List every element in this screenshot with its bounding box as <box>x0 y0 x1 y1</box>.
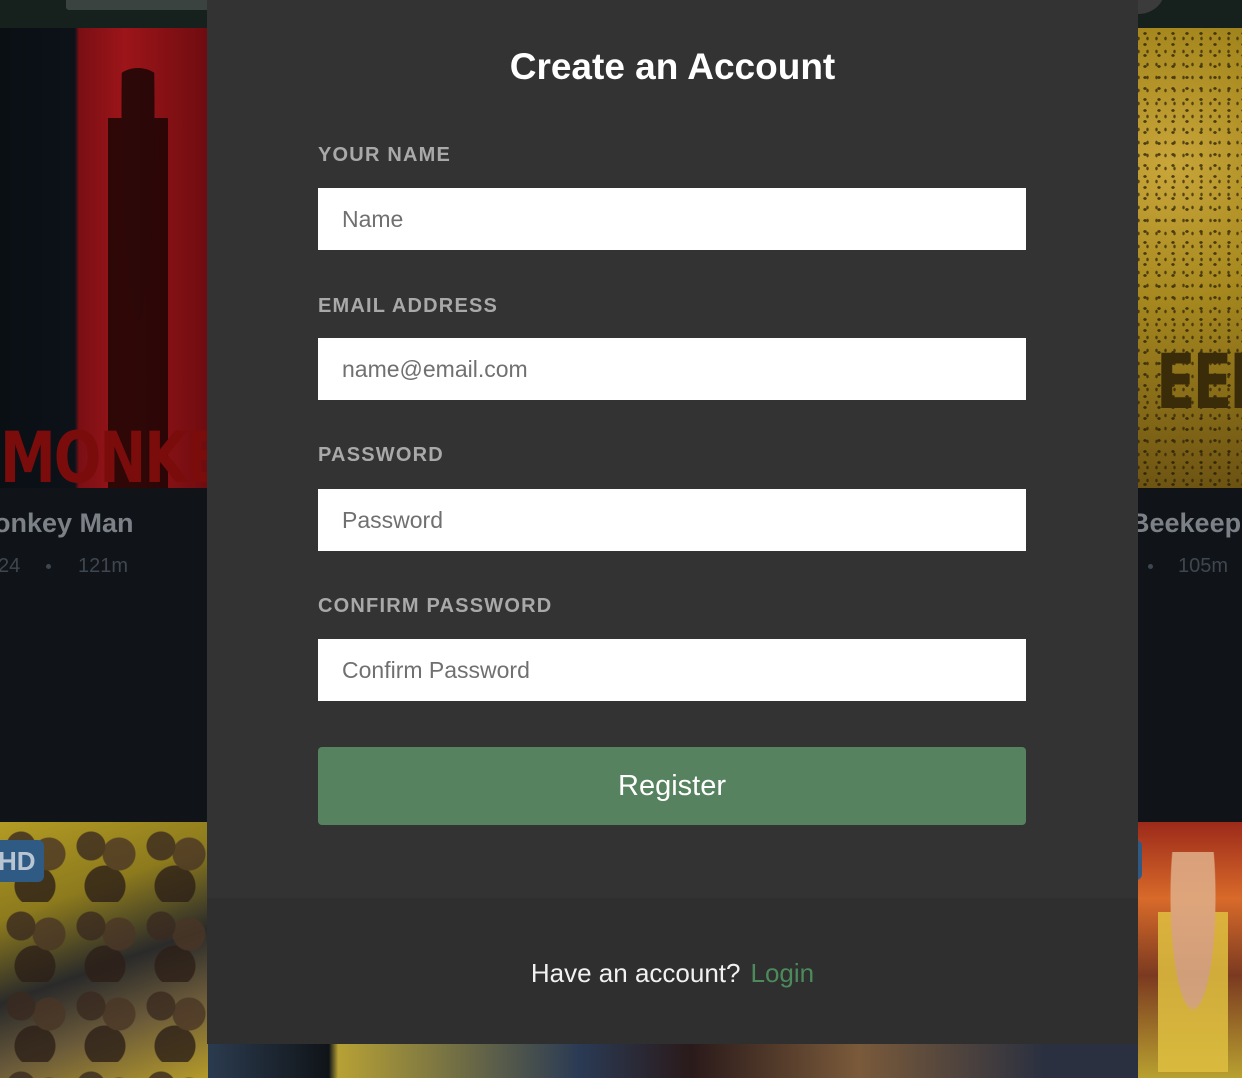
modal-body: Create an Account YOUR NAME EMAIL ADDRES… <box>207 0 1138 898</box>
password-input[interactable] <box>318 489 1026 551</box>
movie-duration: 121m <box>78 555 129 577</box>
movie-title-monkey-man[interactable]: onkey Man <box>0 508 134 539</box>
page: MONKEY M onkey Man 24 121m EEKE Beekeep … <box>0 0 1242 1078</box>
movie-poster-beekeeper[interactable]: EEKE <box>1138 28 1242 488</box>
modal-title: Create an Account <box>509 46 836 87</box>
poster-person <box>1158 852 1228 1072</box>
email-input[interactable] <box>318 338 1026 400</box>
meta-separator <box>1148 564 1153 569</box>
confirm-password-label: CONFIRM PASSWORD <box>318 595 553 617</box>
register-modal: Create an Account YOUR NAME EMAIL ADDRES… <box>207 0 1138 1044</box>
have-account-text: Have an account? <box>530 958 741 988</box>
login-link[interactable]: Login <box>750 958 814 988</box>
background-search-bar <box>66 0 216 10</box>
movie-title-beekeeper[interactable]: Beekeep <box>1130 508 1241 539</box>
poster-title-art: MONKEY M <box>0 418 208 488</box>
meta-separator <box>46 564 51 569</box>
name-label: YOUR NAME <box>318 144 452 166</box>
hd-badge: HD <box>0 840 44 882</box>
name-input[interactable] <box>318 188 1026 250</box>
password-label: PASSWORD <box>318 444 444 466</box>
confirm-password-input[interactable] <box>318 639 1026 701</box>
login-prompt: Have an account? Login <box>207 958 1138 989</box>
register-button[interactable]: Register <box>318 747 1026 825</box>
movie-poster-bottom-right[interactable] <box>1138 822 1242 1078</box>
email-label: EMAIL ADDRESS <box>318 295 499 317</box>
movie-poster-monkey-man[interactable]: MONKEY M <box>0 28 208 488</box>
poster-title-art: EEKE <box>1156 338 1242 427</box>
movie-duration: 105m <box>1178 555 1229 577</box>
movie-posters-row[interactable] <box>208 1044 1138 1078</box>
movie-year: 24 <box>0 555 21 577</box>
